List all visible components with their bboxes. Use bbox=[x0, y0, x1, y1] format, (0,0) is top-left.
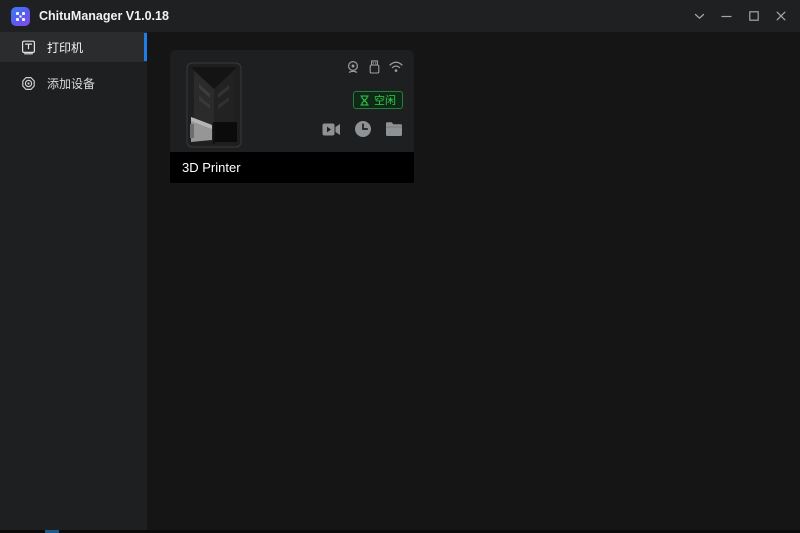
menu-chevron-button[interactable] bbox=[686, 0, 713, 32]
files-folder-icon[interactable] bbox=[385, 121, 403, 137]
hourglass-icon bbox=[360, 95, 369, 106]
maximize-button[interactable] bbox=[740, 0, 767, 32]
sidebar-item-label: 打印机 bbox=[47, 39, 83, 56]
minimize-button[interactable] bbox=[713, 0, 740, 32]
minimize-icon bbox=[721, 11, 732, 22]
close-button[interactable] bbox=[767, 0, 794, 32]
connectivity-indicators bbox=[346, 60, 403, 74]
sidebar: 打印机 添加设备 bbox=[0, 32, 147, 530]
sidebar-item-add-device[interactable]: 添加设备 bbox=[0, 68, 147, 98]
camera-stream-icon[interactable] bbox=[322, 121, 341, 138]
add-device-icon bbox=[21, 76, 36, 91]
close-icon bbox=[776, 11, 786, 21]
maximize-icon bbox=[749, 11, 759, 21]
printer-thumbnail bbox=[186, 62, 242, 148]
titlebar[interactable]: ChituManager V1.0.18 bbox=[0, 0, 800, 32]
wifi-icon bbox=[389, 61, 403, 73]
chevron-down-icon bbox=[694, 13, 705, 20]
history-clock-icon[interactable] bbox=[354, 120, 372, 138]
app-logo-icon bbox=[11, 7, 30, 26]
window-controls bbox=[686, 0, 794, 32]
printer-name: 3D Printer bbox=[182, 160, 241, 175]
sidebar-item-printers[interactable]: 打印机 bbox=[0, 32, 147, 62]
window-title: ChituManager V1.0.18 bbox=[39, 9, 169, 23]
printer-name-bar: 3D Printer bbox=[170, 152, 414, 183]
status-badge: 空闲 bbox=[353, 91, 403, 109]
card-actions bbox=[322, 120, 403, 138]
sidebar-item-label: 添加设备 bbox=[47, 75, 95, 92]
status-label: 空闲 bbox=[374, 92, 396, 108]
usb-drive-icon bbox=[368, 60, 381, 74]
webcam-icon bbox=[346, 60, 360, 74]
printer-card[interactable]: 空闲 3D Printer bbox=[170, 50, 414, 183]
main-content: 空闲 3D Printer bbox=[147, 32, 800, 530]
printer-icon bbox=[21, 40, 36, 55]
